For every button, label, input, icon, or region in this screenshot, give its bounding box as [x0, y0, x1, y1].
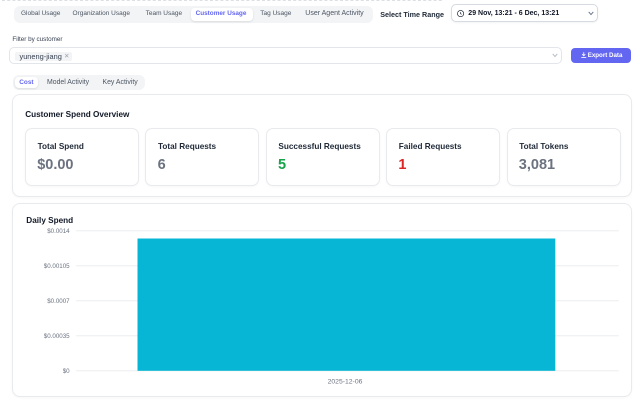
svg-text:2025-12-06: 2025-12-06 [328, 378, 363, 385]
svg-text:$0: $0 [63, 368, 70, 375]
svg-text:$0.00035: $0.00035 [44, 333, 70, 340]
svg-text:$0.0007: $0.0007 [47, 298, 70, 305]
svg-text:$0.0014: $0.0014 [47, 228, 70, 235]
svg-text:$0.00105: $0.00105 [44, 263, 70, 270]
